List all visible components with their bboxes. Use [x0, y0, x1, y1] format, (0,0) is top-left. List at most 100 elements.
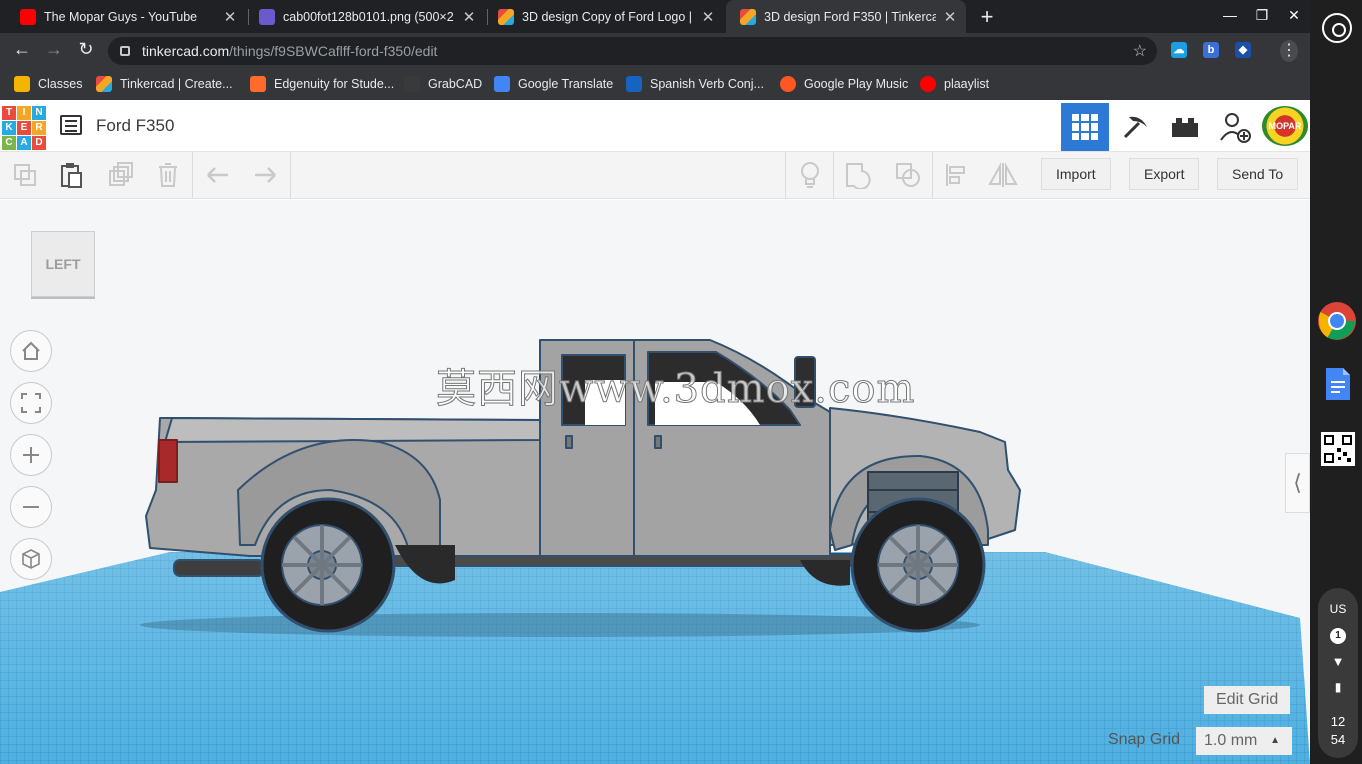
group-icon[interactable]	[843, 160, 873, 190]
maximize-icon[interactable]: ❐	[1252, 7, 1272, 24]
address-bar[interactable]: tinkercad.com /things/f9SBWCaflff-ford-f…	[108, 37, 1157, 65]
cloud-extension-icon[interactable]: ☁	[1171, 42, 1187, 58]
zoom-in-button[interactable]	[10, 434, 52, 476]
new-tab-button[interactable]: +	[976, 4, 998, 30]
watermark-text: 莫西网www.3dmox.com	[435, 366, 916, 413]
bookmark-google-translate[interactable]: Google Translate	[494, 76, 613, 92]
tinkercad-logo[interactable]: T I N K E R C A D	[2, 106, 46, 150]
close-tab-icon[interactable]: ✕	[942, 8, 958, 26]
add-user-icon	[1220, 113, 1251, 143]
tab-ford-logo[interactable]: 3D design Copy of Ford Logo | Ti ✕	[484, 0, 724, 33]
chrome-menu-icon[interactable]: ⋮	[1280, 40, 1298, 62]
home-icon	[22, 341, 40, 360]
clock-minute: 54	[1330, 732, 1346, 747]
ungroup-icon[interactable]	[893, 160, 923, 190]
invite-user-button[interactable]	[1211, 103, 1259, 151]
bricks-button[interactable]	[1161, 103, 1209, 151]
bookmark-label: GrabCAD	[428, 77, 483, 91]
delete-icon[interactable]	[153, 160, 183, 190]
brick-icon	[1172, 118, 1198, 137]
wifi-icon: ▼	[1331, 654, 1345, 669]
home-view-button[interactable]	[10, 330, 52, 372]
bookmark-label: Google Play Music	[804, 77, 909, 91]
qr-code-icon[interactable]	[1321, 432, 1355, 466]
perspective-button[interactable]	[10, 538, 52, 580]
close-tab-icon[interactable]: ✕	[461, 8, 477, 26]
google-classroom-icon	[14, 76, 30, 92]
bookmark-classes[interactable]: Classes	[14, 76, 82, 92]
align-icon[interactable]	[942, 160, 972, 190]
workplane-scene	[0, 339, 1310, 764]
export-button[interactable]: Export	[1129, 158, 1200, 190]
forward-icon[interactable]: →	[42, 39, 66, 60]
snap-grid-select[interactable]: 1.0 mm ▲	[1196, 727, 1292, 755]
blocks-button[interactable]	[1111, 103, 1159, 151]
tab-title: cab00fot128b0101.png (500×2	[283, 9, 454, 24]
lightbulb-icon[interactable]	[795, 160, 825, 190]
reload-icon[interactable]: ↻	[74, 39, 98, 60]
screen: The Mopar Guys - YouTube ✕ cab00fot128b0…	[0, 0, 1362, 764]
back-icon[interactable]: ←	[10, 39, 34, 60]
redo-icon[interactable]	[250, 160, 280, 190]
paste-icon[interactable]	[56, 160, 86, 190]
tab-mopar-guys[interactable]: The Mopar Guys - YouTube ✕	[6, 0, 246, 33]
close-window-icon[interactable]: ✕	[1284, 7, 1304, 24]
rear-wheel	[260, 497, 396, 633]
fit-view-button[interactable]	[10, 382, 52, 424]
spanish-verb-icon	[626, 76, 642, 92]
tab-title: The Mopar Guys - YouTube	[44, 9, 198, 24]
google-docs-icon[interactable]	[1324, 366, 1352, 402]
avatar[interactable]: MOPAR	[1262, 106, 1308, 146]
send-to-button[interactable]: Send To	[1217, 158, 1299, 190]
bookmark-edgenuity[interactable]: Edgenuity for Stude...	[250, 76, 394, 92]
workplane[interactable]: 莫西网www.3dmox.com	[0, 200, 1310, 764]
view-cube[interactable]: LEFT	[31, 231, 95, 297]
browser-toolbar: ← → ↻ tinkercad.com /things/f9SBWCaflff-…	[0, 33, 1310, 69]
logo-letter: E	[17, 121, 31, 135]
fit-icon	[21, 393, 41, 413]
close-tab-icon[interactable]: ✕	[222, 8, 238, 26]
b-extension-icon[interactable]: b	[1203, 42, 1219, 58]
bookmark-star-icon[interactable]: ☆	[1133, 41, 1147, 61]
bookmark-label: Classes	[38, 77, 83, 91]
browser-tab-bar: The Mopar Guys - YouTube ✕ cab00fot128b0…	[0, 0, 1310, 33]
bookmark-play-music[interactable]: Google Play Music	[780, 76, 908, 92]
bookmark-plaaylist[interactable]: plaaylist	[920, 76, 989, 92]
tinkercad-favicon	[96, 76, 112, 92]
battery-icon: ▮	[1334, 680, 1342, 694]
logo-letter: A	[17, 136, 31, 150]
launcher-icon[interactable]	[1322, 13, 1352, 43]
status-tray[interactable]: US 1 ▼ ▮ 12 54	[1318, 588, 1358, 758]
front-wheel	[850, 497, 986, 633]
logo-letter: N	[32, 106, 46, 120]
bookmark-label: Google Translate	[518, 77, 614, 91]
chrome-app-icon[interactable]	[1317, 301, 1357, 341]
collapse-panel-button[interactable]: ⟨	[1285, 453, 1310, 513]
pickaxe-icon	[1123, 116, 1147, 139]
tab-ford-f350[interactable]: 3D design Ford F350 | Tinkercad ✕	[726, 0, 966, 33]
design-list-icon[interactable]	[60, 115, 82, 135]
logo-letter: C	[2, 136, 16, 150]
play-music-icon	[780, 76, 796, 92]
tinkercad-favicon	[498, 8, 514, 25]
clock-hour: 12	[1330, 714, 1346, 729]
duplicate-icon[interactable]	[105, 160, 135, 190]
edit-grid-button[interactable]: Edit Grid	[1204, 686, 1291, 714]
3d-view-button[interactable]	[1061, 103, 1109, 151]
logo-letter: D	[32, 136, 46, 150]
diamond-extension-icon[interactable]: ◆	[1235, 42, 1251, 58]
undo-icon[interactable]	[203, 160, 233, 190]
import-button[interactable]: Import	[1041, 158, 1111, 190]
bookmark-grabcad[interactable]: GrabCAD	[404, 76, 482, 92]
truck-shadow	[140, 613, 980, 637]
tab-image[interactable]: cab00fot128b0101.png (500×2 ✕	[245, 0, 485, 33]
close-tab-icon[interactable]: ✕	[700, 8, 716, 26]
bookmark-spanish-verb[interactable]: Spanish Verb Conj...	[626, 76, 764, 92]
design-title[interactable]: Ford F350	[96, 116, 174, 136]
notification-badge: 1	[1330, 628, 1346, 644]
copy-icon[interactable]	[10, 160, 40, 190]
mirror-icon[interactable]	[988, 160, 1018, 190]
bookmark-tinkercad[interactable]: Tinkercad | Create...	[96, 76, 233, 92]
zoom-out-button[interactable]	[10, 486, 52, 528]
minimize-icon[interactable]: —	[1220, 7, 1240, 23]
